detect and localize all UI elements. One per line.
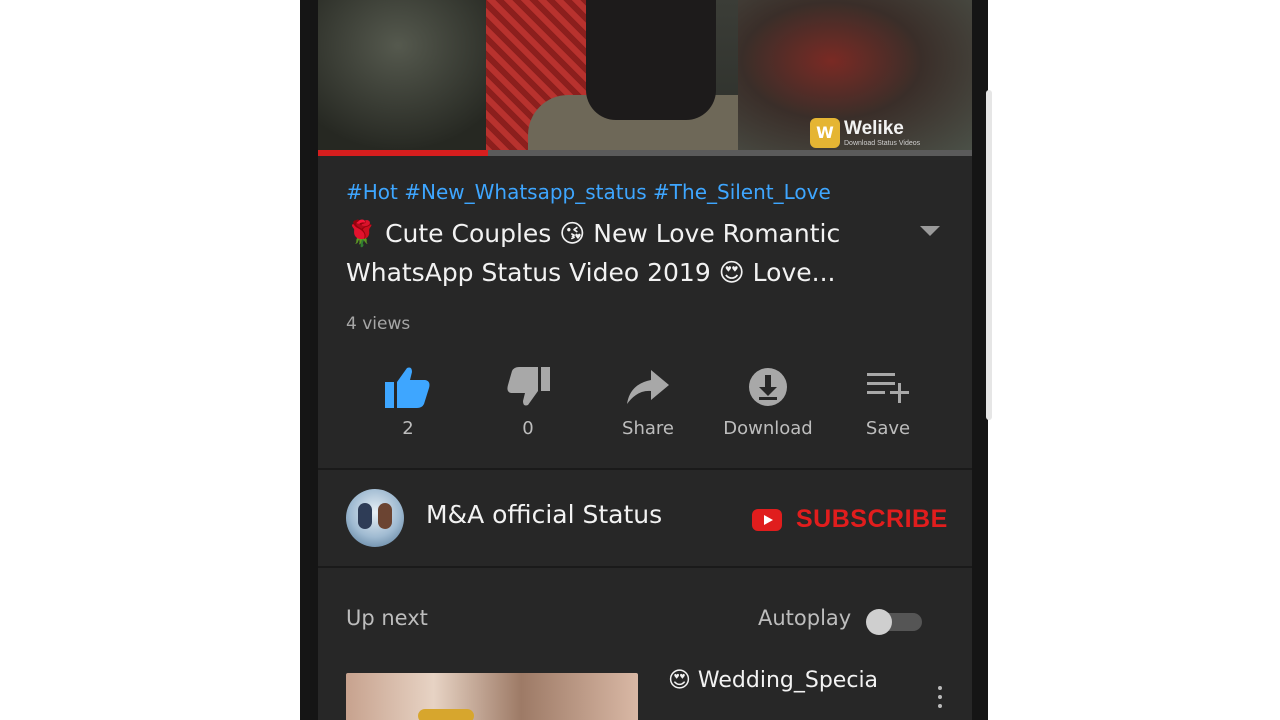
share-icon [627, 370, 669, 404]
divider [318, 566, 972, 568]
subscribe-button[interactable]: SUBSCRIBE [752, 505, 948, 534]
save-playlist-icon [867, 373, 909, 403]
welike-logo-icon: W [810, 118, 840, 148]
share-button[interactable]: Share [588, 362, 708, 439]
thumbs-down-icon [507, 367, 550, 406]
save-label: Save [865, 418, 911, 439]
expand-icon[interactable] [920, 226, 940, 236]
view-count: 4 views [346, 314, 411, 334]
channel-avatar[interactable] [346, 489, 404, 547]
action-bar: 2 0 Share Download Save [348, 362, 948, 452]
download-button[interactable]: Download [708, 362, 828, 439]
video-player[interactable]: W Welike Download Status Videos [318, 0, 972, 152]
next-video-title[interactable]: 😍 Wedding_Specia [668, 668, 878, 693]
toggle-knob [866, 609, 892, 635]
watermark-brand: Welike [844, 118, 904, 139]
autoplay-label: Autoplay [758, 606, 852, 630]
phone-side-button [986, 90, 992, 420]
avatar-figure [358, 503, 372, 529]
subscribe-label: SUBSCRIBE [796, 505, 948, 533]
up-next-heading: Up next [346, 606, 428, 630]
thumbnail-detail [418, 709, 474, 720]
video-title[interactable]: 🌹 Cute Couples 😘 New Love Romantic Whats… [346, 214, 906, 292]
save-button[interactable]: Save [828, 362, 948, 439]
video-watermark: W Welike Download Status Videos [810, 118, 920, 148]
download-label: Download [723, 418, 813, 439]
youtube-icon [752, 508, 782, 531]
avatar-figure [378, 503, 392, 529]
dislike-count: 0 [522, 418, 534, 439]
more-vert-icon[interactable] [938, 686, 942, 713]
channel-name[interactable]: M&A official Status [426, 500, 662, 529]
video-progress-bar[interactable] [318, 150, 972, 156]
like-count: 2 [402, 418, 414, 439]
autoplay-toggle[interactable] [866, 609, 926, 635]
next-video-thumbnail[interactable] [346, 673, 638, 720]
video-progress-fill [318, 150, 489, 156]
divider [318, 468, 972, 470]
app-screen: W Welike Download Status Videos #Hot #Ne… [318, 0, 972, 720]
video-frame-shirt [586, 0, 716, 120]
like-button[interactable]: 2 [348, 362, 468, 439]
share-label: Share [622, 418, 674, 439]
dislike-button[interactable]: 0 [468, 362, 588, 439]
download-icon [749, 368, 787, 406]
video-hashtags[interactable]: #Hot #New_Whatsapp_status #The_Silent_Lo… [346, 180, 906, 204]
watermark-tagline: Download Status Videos [844, 140, 921, 147]
thumbs-up-icon [385, 367, 430, 408]
